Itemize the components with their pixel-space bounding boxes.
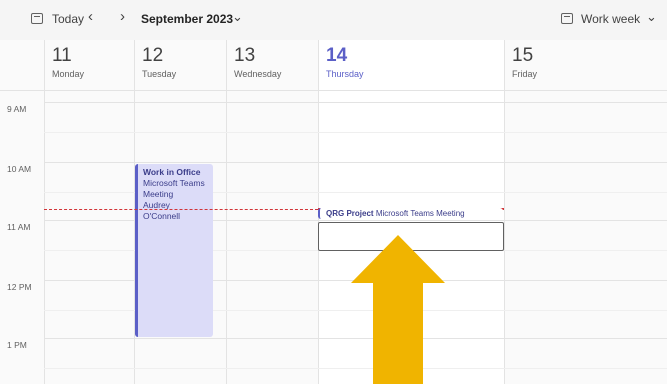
event-work-in-office[interactable]: Work in Office Microsoft Teams Meeting A… — [135, 164, 213, 337]
chevron-down-icon[interactable]: ⌄ — [646, 9, 657, 25]
event-title: QRG Project — [326, 209, 374, 218]
time-label: 12 PM — [7, 282, 32, 292]
column-divider — [44, 40, 45, 384]
up-arrow-annotation — [351, 235, 445, 384]
current-time-indicator — [44, 209, 318, 210]
day-header-thursday[interactable]: 14 Thursday — [318, 40, 504, 90]
previous-week-icon[interactable]: ‹ — [88, 9, 93, 25]
day-name: Monday — [52, 69, 85, 79]
header-divider — [0, 90, 667, 91]
day-header-monday[interactable]: 11 Monday — [44, 40, 134, 90]
day-number: 12 — [142, 45, 164, 66]
calendar-today-icon[interactable] — [31, 13, 43, 24]
month-selector[interactable]: September 2023 — [141, 11, 233, 27]
day-name: Tuesday — [142, 69, 177, 79]
day-number: 15 — [512, 45, 534, 66]
time-label: 9 AM — [7, 104, 27, 114]
day-header-wednesday[interactable]: 13 Wednesday — [226, 40, 318, 90]
event-title: Work in Office — [143, 167, 201, 177]
day-name: Wednesday — [234, 69, 282, 79]
calendar-view-icon[interactable] — [561, 13, 573, 24]
column-divider — [504, 40, 505, 384]
time-label: 1 PM — [7, 340, 27, 350]
hour-gridline — [44, 162, 667, 163]
day-header-tuesday[interactable]: 12 Tuesday — [134, 40, 226, 90]
day-name: Thursday — [326, 69, 364, 79]
today-button[interactable]: Today — [52, 11, 84, 27]
time-label: 11 AM — [7, 222, 31, 232]
event-detail: Meeting — [143, 189, 174, 199]
day-number: 11 — [52, 45, 72, 66]
calendar-toolbar: Today ‹ › September 2023 ⌄ Work week ⌄ — [0, 0, 667, 40]
event-organizer: O'Connell — [143, 211, 181, 221]
calendar-grid: 11 Monday 12 Tuesday 13 Wednesday 14 Thu… — [0, 40, 667, 384]
hour-gridline — [44, 102, 667, 103]
half-hour-gridline — [44, 132, 667, 133]
time-label: 10 AM — [7, 164, 32, 174]
arrow-shape — [351, 235, 445, 384]
column-divider — [226, 40, 227, 384]
day-header-friday[interactable]: 15 Friday — [504, 40, 667, 90]
event-detail: Microsoft Teams — [143, 178, 205, 188]
event-detail: Microsoft Teams Meeting — [375, 209, 465, 218]
day-name: Friday — [512, 69, 538, 79]
next-week-icon[interactable]: › — [120, 9, 125, 25]
event-qrg-project[interactable]: QRG Project Microsoft Teams Meeting — [318, 208, 503, 219]
day-number: 14 — [326, 45, 348, 66]
view-switcher[interactable]: Work week — [581, 11, 640, 27]
chevron-down-icon[interactable]: ⌄ — [232, 9, 243, 25]
day-number: 13 — [234, 45, 256, 66]
